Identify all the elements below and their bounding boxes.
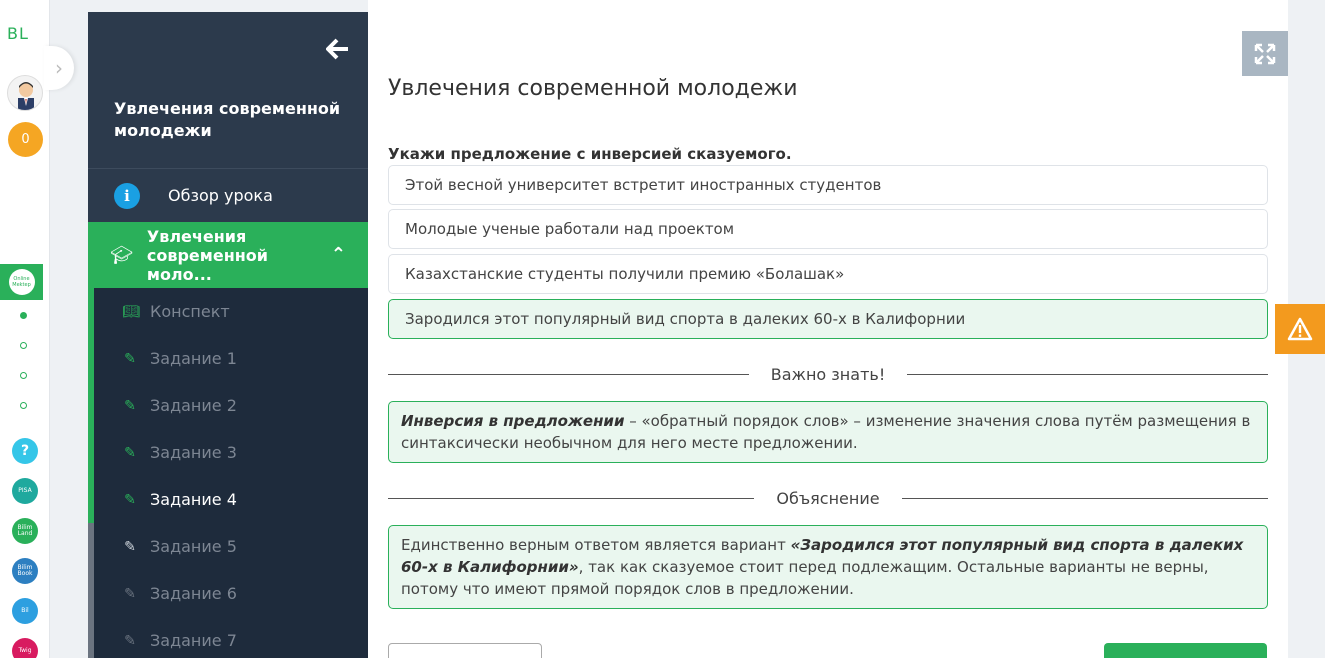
sidebar-header: Увлечения современной молодежи	[88, 12, 368, 168]
expand-icon	[1254, 43, 1276, 64]
edit-icon: ✎	[124, 444, 136, 461]
lesson-content: Увлечения современной молодежи Укажи пре…	[368, 0, 1288, 658]
sidebar-item-label: Задание 4	[150, 490, 237, 509]
sidebar-item-task-1[interactable]: ✎ Задание 1	[94, 335, 368, 382]
page-dot-4[interactable]	[20, 402, 27, 409]
lesson-sidebar: Увлечения современной молодежи i Обзор у…	[88, 12, 368, 658]
sidebar-item-task-4[interactable]: ✎ Задание 4	[94, 476, 368, 523]
chevron-right-icon: ›	[55, 56, 63, 80]
sidebar-item-task-2[interactable]: ✎ Задание 2	[94, 382, 368, 429]
next-button[interactable]	[1104, 643, 1267, 658]
graduation-cap-icon: 🎓︎	[110, 244, 133, 266]
previous-button[interactable]	[388, 643, 542, 658]
fullscreen-button[interactable]	[1242, 31, 1288, 76]
page-dot-2[interactable]	[20, 342, 27, 349]
bilimland-app-icon[interactable]: Bilim Land	[12, 518, 38, 544]
sidebar-item-label: Задание 6	[150, 584, 237, 603]
sidebar-item-label: Конспект	[150, 302, 230, 321]
explanation-intro: Единственно верным ответом является вари…	[401, 536, 791, 554]
edit-icon: ✎	[124, 491, 136, 508]
question-text: Укажи предложение с инверсией сказуемого…	[388, 145, 792, 163]
back-arrow-icon[interactable]	[326, 38, 350, 66]
sidebar-top-gap	[88, 0, 368, 12]
rail-expand-button[interactable]: ›	[44, 46, 74, 90]
left-rail: BL 0 Online Mektep ? PISA Bilim Land Bil…	[0, 0, 50, 658]
sidebar-section-active[interactable]: 🎓︎ Увлечения современной моло... ⌃	[88, 222, 368, 288]
bil-app-icon[interactable]: Bil	[12, 598, 38, 624]
coins-badge[interactable]: 0	[8, 122, 43, 157]
info-icon: i	[114, 182, 140, 209]
pisa-app-icon[interactable]: PISA	[12, 478, 38, 504]
sidebar-item-label: Обзор урока	[168, 186, 273, 205]
sidebar-item-task-6[interactable]: ✎ Задание 6	[94, 570, 368, 617]
warning-icon	[1287, 317, 1313, 341]
explanation-note: Единственно верным ответом является вари…	[388, 525, 1268, 609]
bl-logo[interactable]: BL	[7, 24, 29, 43]
book-icon: 📖︎	[122, 303, 140, 320]
sidebar-item-label: Задание 7	[150, 631, 237, 650]
explanation-divider: Объяснение	[388, 488, 1269, 508]
sidebar-item-label: Задание 1	[150, 349, 237, 368]
twig-app-icon[interactable]: Twig	[12, 638, 38, 658]
sidebar-lesson-title: Увлечения современной молодежи	[114, 99, 341, 140]
edit-icon: ✎	[124, 397, 136, 414]
important-term: Инверсия в предложении	[401, 412, 625, 430]
online-mektep-icon: Online Mektep	[8, 269, 35, 295]
sidebar-item-label: Задание 2	[150, 396, 237, 415]
sidebar-task-list: 📖︎ Конспект ✎ Задание 1 ✎ Задание 2 ✎ За…	[88, 288, 368, 658]
page-dot-3[interactable]	[20, 372, 27, 379]
sidebar-item-konspekt[interactable]: 📖︎ Конспект	[94, 288, 368, 335]
edit-icon: ✎	[124, 350, 136, 367]
sidebar-item-task-3[interactable]: ✎ Задание 3	[94, 429, 368, 476]
answer-option-1[interactable]: Этой весной университет встретит иностра…	[388, 165, 1268, 205]
chevron-up-icon[interactable]: ⌃	[331, 244, 346, 265]
sidebar-item-label: Задание 5	[150, 537, 237, 556]
explanation-heading: Объяснение	[776, 488, 880, 508]
answer-option-2[interactable]: Молодые ученые работали над проектом	[388, 209, 1268, 249]
sidebar-item-task-5[interactable]: ✎ Задание 5	[94, 523, 368, 570]
answer-option-3[interactable]: Казахстанские студенты получили премию «…	[388, 254, 1268, 294]
important-divider: Важно знать!	[388, 364, 1268, 384]
report-problem-button[interactable]	[1275, 304, 1325, 354]
avatar-icon	[18, 82, 34, 110]
sidebar-item-label: Задание 3	[150, 443, 237, 462]
edit-icon: ✎	[124, 585, 136, 602]
sidebar-item-overview[interactable]: i Обзор урока	[88, 168, 368, 222]
page-title: Увлечения современной молодежи	[388, 76, 798, 101]
online-mektep-app[interactable]: Online Mektep	[0, 264, 43, 300]
important-heading: Важно знать!	[770, 364, 886, 384]
avatar[interactable]	[7, 75, 43, 111]
edit-icon: ✎	[124, 632, 136, 649]
page-dot-1[interactable]	[20, 312, 27, 319]
edit-icon: ✎	[124, 538, 136, 555]
answer-option-4-correct[interactable]: Зародился этот популярный вид спорта в д…	[388, 299, 1268, 339]
help-icon[interactable]: ?	[12, 438, 38, 464]
bilimbook-app-icon[interactable]: Bilim Book	[12, 558, 38, 584]
sidebar-section-label: Увлечения современной моло...	[146, 226, 269, 284]
important-note: Инверсия в предложении – «обратный поряд…	[388, 401, 1268, 463]
sidebar-item-task-7[interactable]: ✎ Задание 7	[94, 617, 368, 658]
